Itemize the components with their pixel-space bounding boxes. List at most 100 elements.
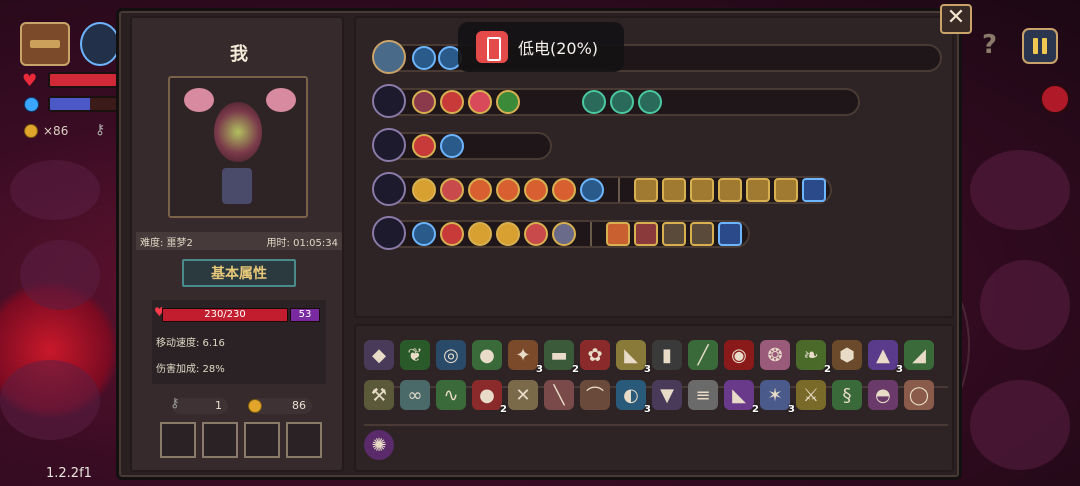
separator <box>590 222 592 246</box>
heart-icon: ♥ <box>22 71 38 91</box>
frog-item-icon[interactable]: ● <box>472 340 502 370</box>
sun-icon[interactable] <box>468 222 492 246</box>
separator <box>618 178 620 202</box>
eye-icon[interactable] <box>552 222 576 246</box>
sneaker-item-icon[interactable]: ◢ <box>904 340 934 370</box>
background-rock <box>20 240 100 310</box>
double-arrow-icon[interactable] <box>662 178 686 202</box>
tree-creature-icon <box>214 102 262 162</box>
pink-flask-icon[interactable] <box>412 90 436 114</box>
drop-icon[interactable] <box>634 222 658 246</box>
wave-icon[interactable] <box>440 134 464 158</box>
bone-item-icon[interactable]: ✕ <box>508 380 538 410</box>
arrow-up-icon[interactable] <box>496 222 520 246</box>
flame-icon[interactable] <box>774 178 798 202</box>
magnifier-item-icon[interactable]: ◎ <box>436 340 466 370</box>
background-rock <box>970 380 1070 470</box>
glove-icon[interactable] <box>634 178 658 202</box>
rose-icon[interactable] <box>440 178 464 202</box>
arrow-up-icon[interactable] <box>468 178 492 202</box>
wizard-hat-item-icon[interactable]: ▲ <box>868 340 898 370</box>
leaf-icon[interactable] <box>496 90 520 114</box>
lips-icon[interactable] <box>746 178 770 202</box>
sprout-item-icon[interactable]: ❧ <box>796 340 826 370</box>
worm-item-icon[interactable]: § <box>832 380 862 410</box>
crossbow-weapon-icon[interactable] <box>372 84 406 118</box>
skill-icon[interactable] <box>80 22 120 66</box>
gravestone-item-icon[interactable]: ▮ <box>652 340 682 370</box>
double-arrow-icon[interactable] <box>690 178 714 202</box>
ribcage-item-icon[interactable]: ≡ <box>688 380 718 410</box>
fire-icon[interactable] <box>440 222 464 246</box>
sparkle-icon[interactable] <box>802 178 826 202</box>
shield-item-icon[interactable]: ◓ <box>868 380 898 410</box>
red-potion-icon[interactable] <box>440 90 464 114</box>
fox-icon[interactable] <box>468 90 492 114</box>
pickaxe-item-icon[interactable]: ⚒ <box>364 380 394 410</box>
feather-item-icon[interactable]: ╲ <box>544 380 574 410</box>
up-arrow-icon[interactable] <box>718 178 742 202</box>
brain-item-icon[interactable]: ❂ <box>760 340 790 370</box>
infinity-item-icon[interactable]: ∞ <box>400 380 430 410</box>
help-icon[interactable]: ? <box>982 30 1008 64</box>
pot-icon <box>222 168 252 204</box>
mirror-item-icon[interactable]: ◯ <box>904 380 934 410</box>
character-panel: 我 难度: 噩梦2 用时: 01:05:34 基本属性 ♥ 230/230 53… <box>130 16 344 472</box>
gem-icon[interactable] <box>638 90 662 114</box>
close-button[interactable]: ✕ <box>940 4 972 34</box>
item-count: 3 <box>536 364 543 375</box>
orb-weapon-icon[interactable] <box>372 128 406 162</box>
flame-icon[interactable] <box>606 222 630 246</box>
spark-icon[interactable] <box>412 222 436 246</box>
equipment-slot[interactable] <box>286 422 322 458</box>
cloak-item-icon[interactable]: ◆ <box>364 340 394 370</box>
star-item-icon[interactable]: ✶ <box>760 380 790 410</box>
red-creature-item-icon[interactable]: ● <box>472 380 502 410</box>
snake-item-icon[interactable]: ∿ <box>436 380 466 410</box>
arrow-up-icon[interactable] <box>552 178 576 202</box>
wand-weapon-icon[interactable] <box>372 216 406 250</box>
gem-icon[interactable] <box>582 90 606 114</box>
basic-attributes-button[interactable]: 基本属性 <box>182 259 296 287</box>
items-area: ◆ ❦ ◎ ● ✦ 3 ▬ 2 ✿ ◣ 3 ▮ ╱ ◉ ❂ ❧ 2 ⬢ ▲ 3 … <box>354 324 954 472</box>
pause-button[interactable] <box>1022 28 1058 64</box>
sword-item-icon[interactable]: ⚔ <box>796 380 826 410</box>
wave-icon[interactable] <box>580 178 604 202</box>
item-count: 2 <box>752 404 759 415</box>
rune-orb-item-icon[interactable]: ✺ <box>364 430 394 460</box>
bat-item-icon[interactable]: ⌒ <box>580 380 610 410</box>
equipment-slot[interactable] <box>202 422 238 458</box>
cheese-item-icon[interactable]: ◣ <box>616 340 646 370</box>
rose-item-icon[interactable]: ✿ <box>580 340 610 370</box>
claw-icon[interactable] <box>662 222 686 246</box>
background-rock <box>980 260 1070 350</box>
claw-icon[interactable] <box>690 222 714 246</box>
equipment-slot[interactable] <box>160 422 196 458</box>
arrow-up-icon[interactable] <box>496 178 520 202</box>
wave-icon[interactable] <box>412 46 436 70</box>
syringe-item-icon[interactable]: ╱ <box>688 340 718 370</box>
time-label: 用时: 01:05:34 <box>266 237 338 249</box>
leaf-item-icon[interactable]: ❦ <box>400 340 430 370</box>
target-icon[interactable] <box>524 222 548 246</box>
chest-weapon-icon[interactable] <box>372 40 406 74</box>
triple-arrow-icon[interactable] <box>524 178 548 202</box>
gem-icon[interactable] <box>610 90 634 114</box>
character-name: 我 <box>230 44 248 65</box>
bomb-item-icon[interactable]: ✦ <box>508 340 538 370</box>
spin-icon[interactable] <box>412 178 436 202</box>
potion-icon[interactable] <box>412 134 436 158</box>
pendant-item-icon[interactable]: ◐ <box>616 380 646 410</box>
staff-weapon-icon[interactable] <box>372 172 406 206</box>
hp-bar: 230/230 <box>162 308 288 322</box>
red-eye-item-icon[interactable]: ◉ <box>724 340 754 370</box>
cup-icon[interactable] <box>718 222 742 246</box>
attributes-box: ♥ 230/230 53 移动速度: 6.16 伤害加成: 28% <box>152 300 326 384</box>
shorts-item-icon[interactable]: ▬ <box>544 340 574 370</box>
chest-icon[interactable] <box>20 22 70 66</box>
low-battery-toast: 低电(20%) <box>458 22 624 72</box>
dark-cloak-item-icon[interactable]: ▼ <box>652 380 682 410</box>
equipment-slot[interactable] <box>244 422 280 458</box>
boot-item-icon[interactable]: ◣ <box>724 380 754 410</box>
coffin-item-icon[interactable]: ⬢ <box>832 340 862 370</box>
